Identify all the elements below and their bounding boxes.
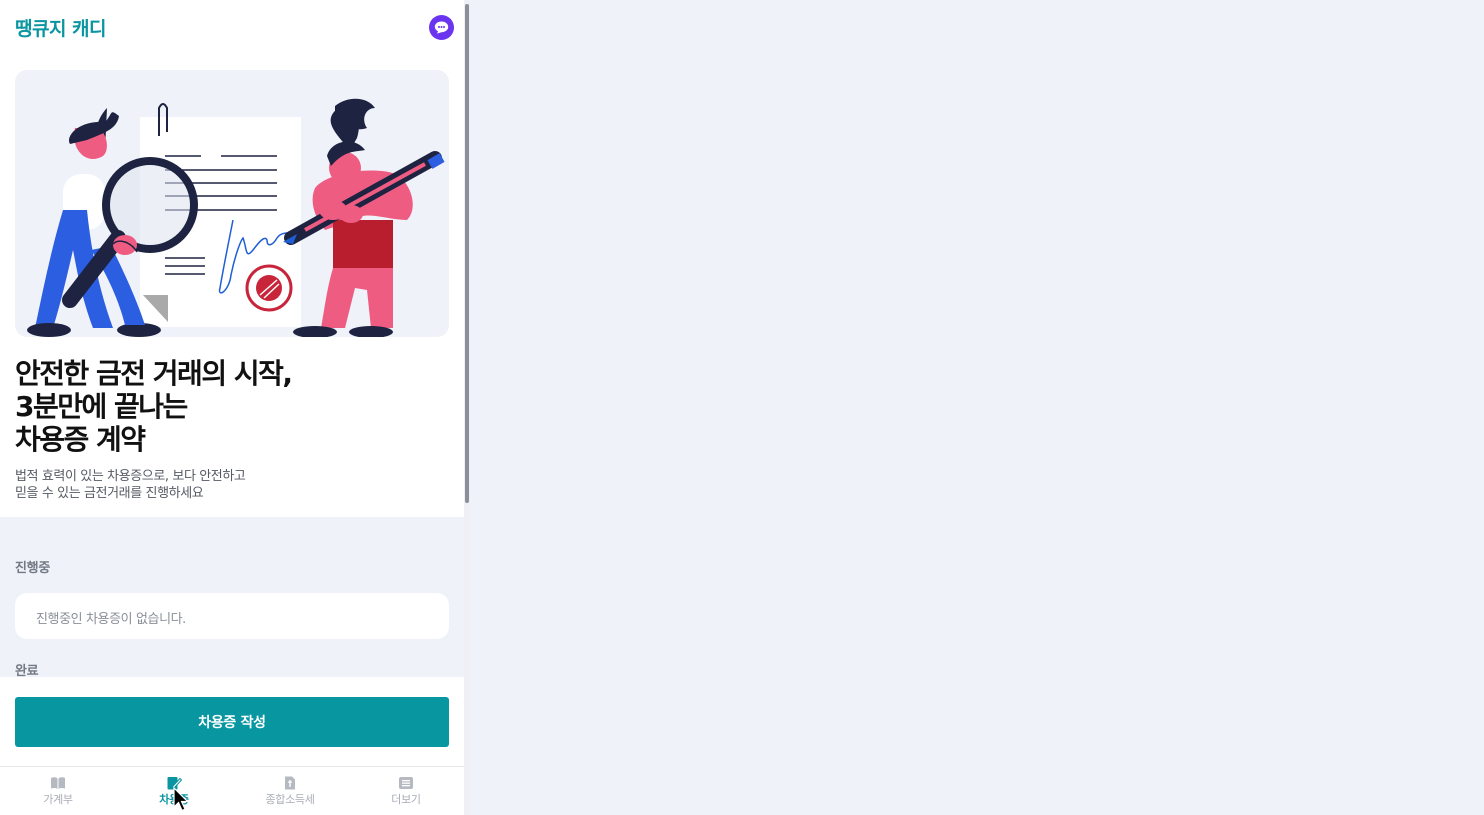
app-panel: 땡큐지 캐디 안전한 금전 거래의 시작, 3분만에 끝나는 차용증 계약 법적…: [0, 0, 464, 815]
chat-button[interactable]: [429, 15, 454, 40]
contracts-section: 진행중 진행중인 차용증이 없습니다. 완료: [0, 517, 464, 679]
chat-bubble-icon: [434, 21, 449, 34]
create-contract-button[interactable]: 차용증 작성: [15, 697, 449, 747]
nav-item-ledger[interactable]: 가계부: [0, 767, 116, 815]
description-line: 믿을 수 있는 금전거래를 진행하세요: [15, 486, 204, 501]
nav-item-income-tax[interactable]: 종합소득세: [232, 767, 348, 815]
scrollbar-thumb[interactable]: [465, 4, 469, 503]
in-progress-empty-card: 진행중인 차용증이 없습니다.: [15, 593, 449, 639]
headline: 안전한 금전 거래의 시작, 3분만에 끝나는 차용증 계약: [15, 357, 435, 456]
list-icon: [399, 777, 413, 789]
book-icon: [51, 777, 65, 789]
nav-label: 더보기: [391, 793, 421, 806]
headline-line: 안전한 금전 거래의 시작,: [15, 357, 293, 390]
header: 땡큐지 캐디: [0, 0, 464, 56]
tax-document-icon: [285, 776, 295, 790]
nav-label: 가계부: [43, 793, 73, 806]
mouse-cursor-icon: [173, 787, 189, 812]
description-line: 법적 효력이 있는 차용증으로, 보다 안전하고: [15, 469, 246, 484]
hero-illustration: [15, 70, 449, 337]
completed-label: 완료: [15, 664, 39, 679]
empty-state-text: 진행중인 차용증이 없습니다.: [36, 612, 186, 627]
headline-line: 3분만에 끝나는: [15, 390, 188, 423]
app-logo[interactable]: 땡큐지 캐디: [15, 14, 107, 41]
hero-description: 법적 효력이 있는 차용증으로, 보다 안전하고 믿을 수 있는 금전거래를 진…: [15, 468, 435, 502]
headline-line: 차용증 계약: [15, 423, 146, 456]
nav-item-more[interactable]: 더보기: [348, 767, 464, 815]
nav-label: 종합소득세: [265, 793, 315, 806]
bottom-nav: 가계부 차용증 종합소득세 더보기: [0, 766, 464, 815]
contract-illustration: [27, 98, 445, 337]
in-progress-label: 진행중: [15, 561, 50, 576]
